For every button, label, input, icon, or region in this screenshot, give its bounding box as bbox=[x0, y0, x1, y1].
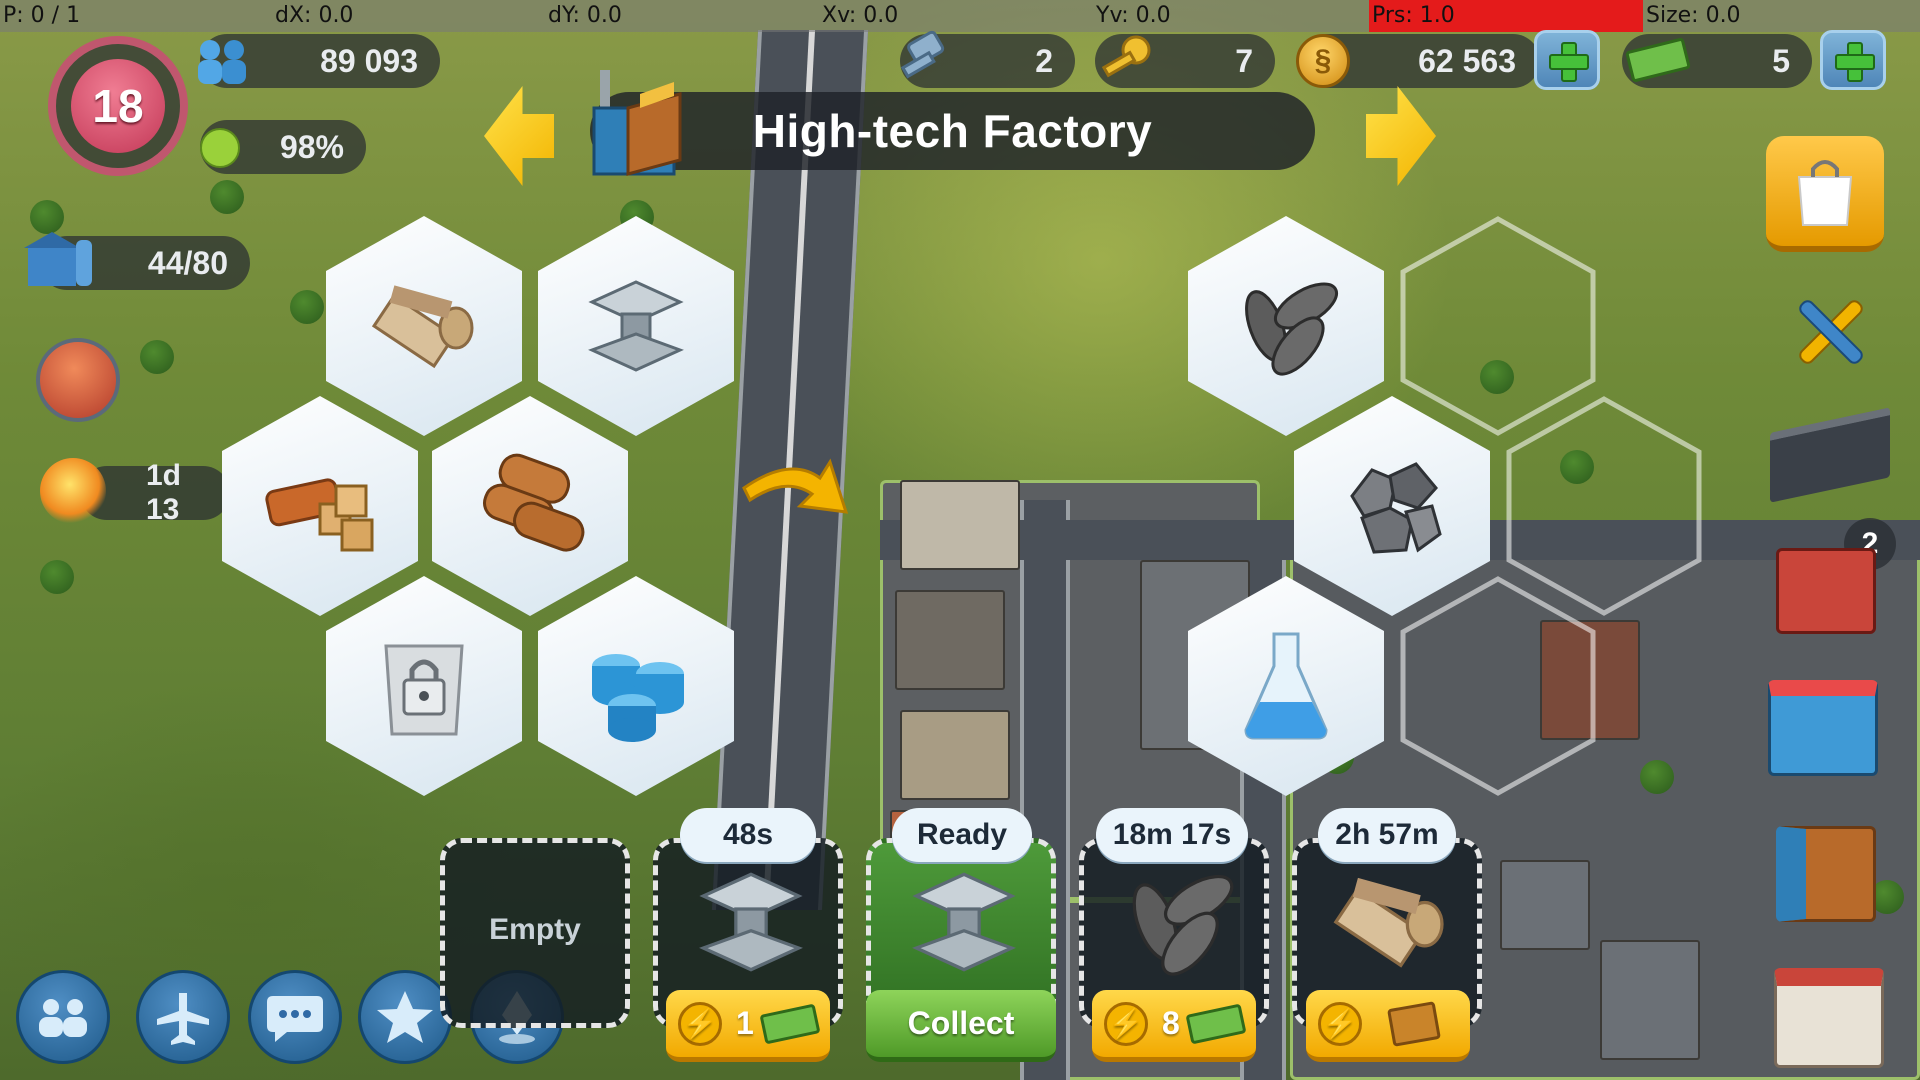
lightning-icon: ⚡ bbox=[1104, 1001, 1148, 1046]
chat-button[interactable] bbox=[248, 970, 342, 1064]
simoleon-coin-icon: § bbox=[1296, 34, 1350, 88]
shopping-bag-icon bbox=[1797, 160, 1853, 226]
video-film-icon bbox=[1387, 1000, 1441, 1047]
population-icon bbox=[198, 40, 246, 84]
slot-empty-label: Empty bbox=[489, 913, 581, 946]
seeds-icon bbox=[1245, 282, 1339, 376]
happiness-value: 98% bbox=[279, 128, 344, 165]
star-icon bbox=[377, 991, 433, 1043]
speed-up-cost: 8 bbox=[1162, 1005, 1180, 1041]
debug-dx: dX: 0.0 bbox=[275, 3, 354, 28]
building-title-bar: High-tech Factory bbox=[590, 92, 1315, 170]
empty-hex-slot[interactable] bbox=[1400, 576, 1596, 796]
simcash-icon bbox=[1185, 1003, 1247, 1044]
textiles-icon bbox=[1333, 877, 1444, 968]
lightning-icon: ⚡ bbox=[678, 1001, 722, 1046]
debug-yv: Yv: 0.0 bbox=[1096, 3, 1171, 28]
debug-pointer: P: 0 / 1 bbox=[3, 3, 81, 28]
travel-button[interactable] bbox=[136, 970, 230, 1064]
slot-timer: 18m 17s bbox=[1096, 808, 1248, 862]
metal-icon bbox=[588, 280, 684, 372]
storage-value: 44/80 bbox=[147, 244, 228, 281]
slot-timer-text: 2h 57m bbox=[1335, 818, 1439, 851]
collect-label: Collect bbox=[907, 1005, 1015, 1041]
debug-bar: P: 0 / 1 dX: 0.0 dY: 0.0 Xv: 0.0 Yv: 0.0… bbox=[0, 0, 1920, 32]
slot-timer-text: 18m 17s bbox=[1112, 818, 1232, 851]
achievements-button[interactable] bbox=[358, 970, 452, 1064]
slot-ready-text: Ready bbox=[916, 818, 1008, 851]
production-arrow-icon bbox=[742, 458, 849, 514]
speed-up-video-button[interactable]: ⚡ bbox=[1306, 990, 1470, 1062]
store-building-icon[interactable] bbox=[1768, 680, 1878, 776]
city-storage-building-icon[interactable] bbox=[1776, 548, 1876, 634]
friends-button[interactable] bbox=[16, 970, 110, 1064]
wood-icon bbox=[483, 453, 585, 552]
add-simcash-button[interactable] bbox=[1820, 30, 1886, 90]
slot-timer-text: 48s bbox=[722, 818, 774, 851]
factory-building-icon[interactable] bbox=[1776, 826, 1876, 922]
minerals-icon bbox=[1350, 462, 1442, 554]
plus-icon bbox=[1835, 42, 1875, 82]
chat-bubble-icon bbox=[267, 996, 323, 1042]
simcash-value: 5 bbox=[1772, 42, 1790, 79]
lightning-icon: ⚡ bbox=[1318, 1001, 1362, 1046]
simoleons-value: 62 563 bbox=[1418, 42, 1516, 79]
debug-prs: Prs: 1.0 bbox=[1372, 3, 1455, 28]
seeds-icon bbox=[1132, 874, 1234, 976]
slot-ready-badge: Ready bbox=[892, 808, 1032, 862]
blue-key-icon bbox=[900, 30, 945, 79]
collect-button[interactable]: Collect bbox=[866, 990, 1056, 1062]
metal-icon bbox=[912, 872, 1016, 972]
building-title: High-tech Factory bbox=[752, 105, 1153, 157]
debug-xv: Xv: 0.0 bbox=[822, 3, 899, 28]
friends-icon bbox=[39, 999, 87, 1037]
add-simoleons-button[interactable] bbox=[1534, 30, 1600, 90]
level-star-icon: 18 bbox=[71, 59, 165, 153]
gold-key-icon bbox=[1101, 35, 1151, 78]
simcash-icon bbox=[759, 1003, 821, 1044]
debug-dy: dY: 0.0 bbox=[548, 3, 622, 28]
level-badge[interactable]: 18 bbox=[48, 36, 188, 176]
plus-icon bbox=[1549, 42, 1589, 82]
speed-up-cost: 1 bbox=[736, 1005, 754, 1041]
speed-up-button[interactable]: ⚡ 8 bbox=[1092, 990, 1256, 1062]
wood-products-icon bbox=[265, 478, 374, 552]
debug-size: Size: 0.0 bbox=[1646, 3, 1741, 28]
event-leaf-icon[interactable] bbox=[36, 338, 120, 422]
blue-key-value: 2 bbox=[1035, 42, 1053, 79]
event-timer-value: 1d 13 bbox=[146, 459, 182, 526]
speed-up-button[interactable]: ⚡ 1 bbox=[666, 990, 830, 1062]
plastic-icon bbox=[592, 654, 684, 742]
slot-timer: 2h 57m bbox=[1318, 808, 1456, 862]
textiles-icon bbox=[371, 285, 474, 369]
chemicals-icon bbox=[1244, 632, 1328, 740]
factory-icon bbox=[592, 70, 682, 176]
locked-slot-icon bbox=[384, 644, 464, 736]
production-slot-empty[interactable]: Empty bbox=[440, 838, 630, 1028]
slot-timer: 48s bbox=[680, 808, 816, 862]
event-rocket-icon bbox=[40, 458, 106, 524]
population-value: 89 093 bbox=[320, 42, 418, 79]
happy-face-icon bbox=[200, 128, 240, 168]
gold-key-value: 7 bbox=[1235, 42, 1253, 79]
airplane-icon bbox=[157, 993, 209, 1045]
trade-depot-icon[interactable] bbox=[1774, 968, 1884, 1068]
build-tools-icon[interactable] bbox=[1786, 286, 1878, 378]
storage-icon bbox=[24, 232, 92, 286]
metal-icon bbox=[699, 872, 803, 972]
shop-button[interactable] bbox=[1766, 136, 1884, 252]
level-number: 18 bbox=[92, 80, 144, 132]
